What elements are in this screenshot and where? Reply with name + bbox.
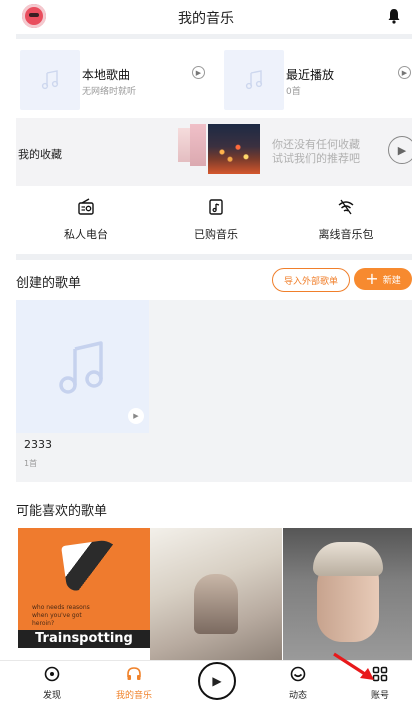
import-playlist-button[interactable]: 导入外部歌单	[272, 268, 350, 292]
collection-message: 你还没有任何收藏 试试我们的推荐吧	[272, 138, 360, 166]
cover-title: Trainspotting	[18, 630, 150, 648]
playlist-count: 1首	[24, 459, 38, 468]
recommended-playlist-3[interactable]	[283, 528, 412, 660]
collection-message-line2: 试试我们的推荐吧	[272, 152, 360, 165]
cover-tagline: who needs reasons when you've got heroin…	[32, 604, 90, 627]
annotation-arrow-icon	[333, 652, 374, 680]
new-playlist-label: 新建	[382, 275, 401, 286]
quick-entry-radio[interactable]: 私人电台	[26, 198, 146, 242]
collection-label: 我的收藏	[18, 148, 62, 161]
recent-play-subtitle: 0首	[286, 87, 301, 97]
new-playlist-button[interactable]: + 新建	[354, 268, 412, 290]
play-icon[interactable]: ▶	[128, 408, 144, 424]
quick-entry-purchased[interactable]: 已购音乐	[156, 198, 276, 242]
local-songs-subtitle: 无网络时就听	[82, 87, 137, 97]
play-circle-icon[interactable]: ▶	[388, 136, 412, 164]
tab-my-music[interactable]: 我的音乐	[104, 666, 164, 701]
tab-label: 账号	[370, 691, 389, 701]
music-note-icon	[224, 50, 284, 110]
music-note-icon	[58, 340, 103, 394]
recommended-playlist-2[interactable]	[150, 528, 282, 660]
now-playing-button[interactable]: ▶	[198, 662, 236, 700]
tab-discover[interactable]: 发现	[22, 666, 82, 701]
purchased-icon	[209, 199, 223, 215]
divider	[16, 254, 412, 260]
play-icon[interactable]: ▶	[398, 66, 411, 79]
tab-label: 发现	[42, 691, 61, 701]
cover-graphic	[61, 538, 125, 592]
tab-moments[interactable]: 动态	[268, 666, 328, 701]
music-note-icon	[20, 50, 80, 110]
quick-entry-label: 离线音乐包	[318, 228, 374, 241]
notification-bell-icon[interactable]	[387, 8, 401, 24]
local-songs-title: 本地歌曲	[82, 68, 131, 82]
cover-figure	[194, 574, 238, 634]
collection-message-line1: 你还没有任何收藏	[272, 138, 360, 151]
recent-play-card[interactable]: 最近播放 0首 ▶	[220, 44, 412, 114]
play-icon[interactable]: ▶	[192, 66, 205, 79]
plus-icon: +	[365, 269, 379, 288]
tab-label: 我的音乐	[115, 691, 152, 701]
album-stack-decoration	[178, 128, 190, 162]
cover-figure	[313, 542, 383, 576]
album-cover-image	[208, 124, 260, 174]
recent-play-title: 最近播放	[286, 68, 335, 82]
page-title: 我的音乐	[178, 11, 234, 27]
moments-icon	[290, 666, 306, 682]
recommended-playlist-1[interactable]: who needs reasons when you've got heroin…	[18, 528, 150, 660]
recommend-title: 可能喜欢的歌单	[16, 504, 108, 519]
quick-entry-offline[interactable]: 离线音乐包	[286, 198, 406, 242]
headphones-icon	[127, 667, 141, 680]
divider	[16, 34, 412, 39]
local-songs-card[interactable]: 本地歌曲 无网络时就听 ▶	[16, 44, 206, 114]
quick-entry-label: 已购音乐	[194, 228, 238, 241]
top-bar: 我的音乐	[0, 0, 412, 34]
offline-wifi-icon	[338, 199, 354, 215]
playlist-name: 2333	[24, 438, 52, 451]
radio-icon	[78, 198, 94, 215]
tab-label: 动态	[288, 691, 307, 701]
quick-entry-label: 私人电台	[64, 228, 108, 241]
album-stack-decoration	[190, 124, 206, 166]
created-playlists-title: 创建的歌单	[16, 276, 82, 291]
cover-border	[18, 648, 150, 660]
avatar[interactable]	[22, 4, 46, 28]
discover-icon	[44, 666, 60, 682]
